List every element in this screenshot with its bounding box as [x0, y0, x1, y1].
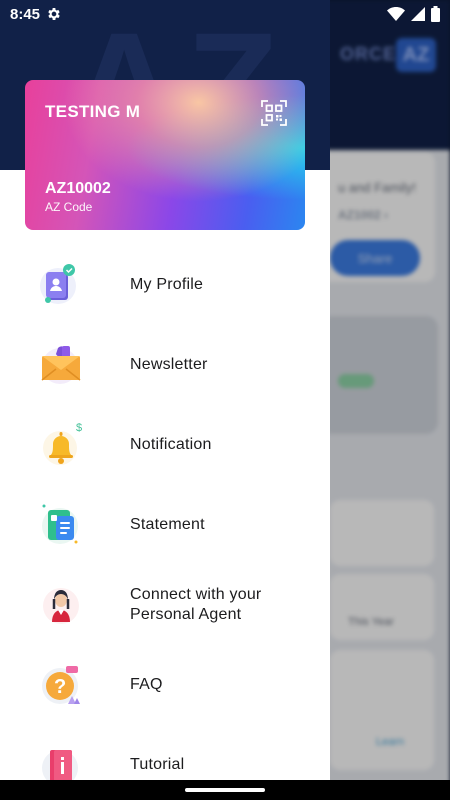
wifi-icon [387, 7, 405, 21]
svg-text:$: $ [76, 422, 82, 434]
home-gesture-handle[interactable] [185, 788, 265, 792]
notification-bell-icon: $ [43, 422, 82, 465]
status-bar: 8:45 [0, 0, 450, 28]
signal-icon [411, 7, 425, 21]
menu-item-personal-agent[interactable]: Connect with your Personal Agent [0, 565, 330, 645]
az-code-label: AZ Code [45, 200, 93, 214]
profile-name: TESTING M [45, 102, 141, 121]
battery-icon [431, 6, 440, 22]
faq-icon: ? [42, 666, 80, 704]
menu-item-newsletter[interactable]: Newsletter [0, 325, 330, 405]
profile-icon [40, 264, 76, 304]
system-navigation-bar [0, 780, 450, 800]
menu-label-newsletter: Newsletter [130, 356, 208, 373]
menu-item-my-profile[interactable]: My Profile [0, 245, 330, 325]
menu-label-statement: Statement [130, 516, 205, 533]
menu-label-personal-agent: Connect with your Personal Agent [130, 586, 262, 623]
menu-label-notification: Notification [130, 436, 212, 453]
svg-text:?: ? [54, 676, 66, 698]
az-code-value: AZ10002 [45, 180, 111, 197]
statement-icon [42, 504, 78, 544]
agent-icon [43, 588, 79, 624]
settings-gear-icon [48, 8, 60, 20]
menu-item-statement[interactable]: Statement [0, 485, 330, 565]
status-icons [387, 6, 440, 22]
navigation-drawer: AZ TESTING M AZ10002 AZ Code [0, 0, 330, 800]
menu-label-faq: FAQ [130, 676, 163, 693]
menu-item-notification[interactable]: $ Notification [0, 405, 330, 485]
profile-card[interactable]: TESTING M AZ10002 AZ Code [25, 80, 305, 230]
qr-code-icon[interactable] [261, 100, 287, 126]
menu-label-tutorial: Tutorial [130, 756, 185, 773]
status-time: 8:45 [10, 5, 41, 23]
newsletter-icon [41, 346, 81, 384]
menu-label-my-profile: My Profile [130, 276, 204, 293]
menu-item-faq[interactable]: ? FAQ [0, 645, 330, 725]
